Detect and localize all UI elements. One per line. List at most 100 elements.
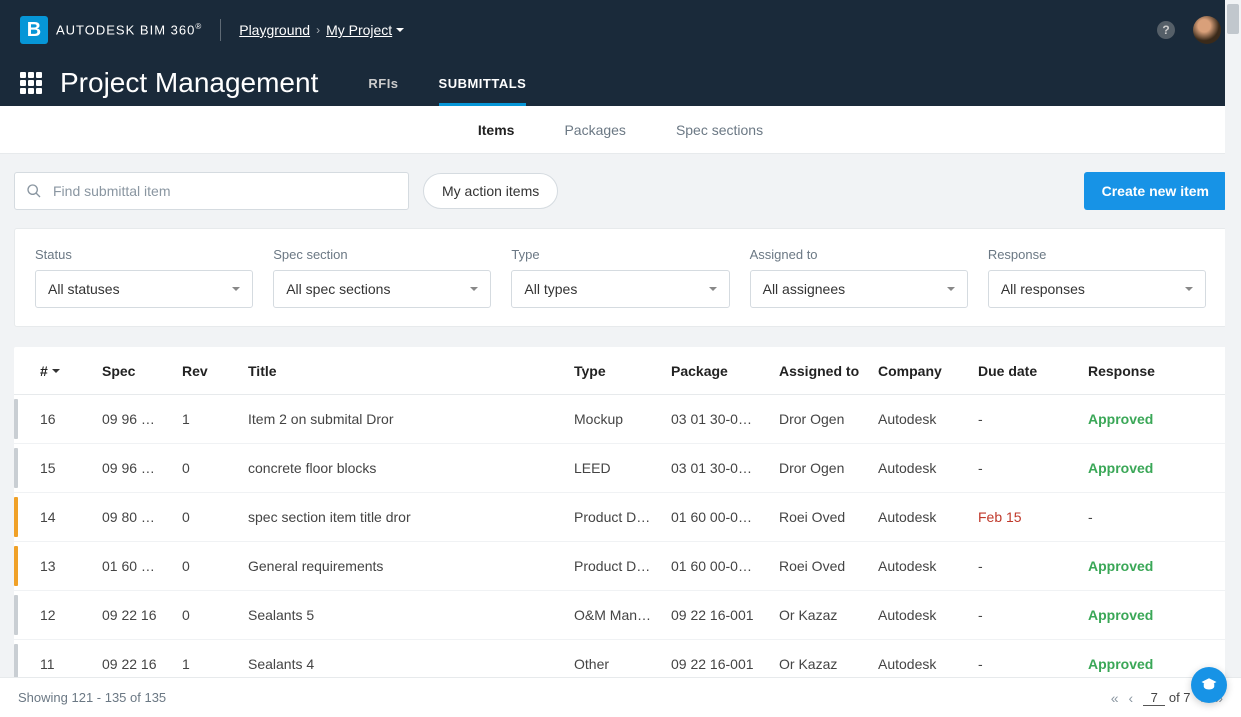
cell-company: Autodesk	[878, 656, 978, 672]
column-header-[interactable]: #	[32, 363, 102, 379]
breadcrumb-project-label: My Project	[326, 22, 392, 38]
subnav-tab-packages[interactable]: Packages	[564, 106, 625, 154]
sort-desc-icon	[52, 369, 60, 373]
my-action-items-button[interactable]: My action items	[423, 173, 558, 209]
cell-spec: 09 80 …	[102, 509, 182, 525]
column-header-due-date[interactable]: Due date	[978, 363, 1088, 379]
cell-company: Autodesk	[878, 460, 978, 476]
cell-assigned-to: Dror Ogen	[779, 411, 878, 427]
search-input[interactable]	[14, 172, 409, 210]
table-row[interactable]: 1301 60 …0General requirementsProduct D……	[14, 542, 1227, 591]
cell-due-date: -	[978, 656, 1088, 672]
cell-number: 14	[32, 509, 102, 525]
column-header-package[interactable]: Package	[671, 363, 779, 379]
filter-select-assigned-to[interactable]: All assignees	[750, 270, 968, 308]
column-header-company[interactable]: Company	[878, 363, 978, 379]
cell-company: Autodesk	[878, 509, 978, 525]
header-bottom-row: Project Management RFIsSUBMITTALS	[0, 60, 1241, 106]
filter-label: Response	[988, 247, 1206, 262]
cell-package: 03 01 30-0…	[671, 411, 779, 427]
cell-number: 13	[32, 558, 102, 574]
caret-down-icon	[396, 28, 404, 32]
brand-logo-area[interactable]: B AUTODESK BIM 360®	[20, 16, 202, 44]
filter-value: All responses	[1001, 281, 1085, 297]
filter-value: All spec sections	[286, 281, 390, 297]
cell-due-date: -	[978, 558, 1088, 574]
subnav-tab-items[interactable]: Items	[478, 106, 515, 154]
cell-number: 16	[32, 411, 102, 427]
cell-title: Sealants 4	[248, 656, 574, 672]
vertical-scrollbar[interactable]	[1225, 0, 1241, 677]
filter-value: All assignees	[763, 281, 846, 297]
filter-value: All statuses	[48, 281, 120, 297]
cell-type: LEED	[574, 460, 671, 476]
filters-panel: StatusAll statuses Spec section All spec s…	[14, 228, 1227, 327]
pager-page-input[interactable]	[1143, 690, 1165, 706]
cell-assigned-to: Roei Oved	[779, 558, 878, 574]
filter-select-response[interactable]: All responses	[988, 270, 1206, 308]
app-switcher-icon[interactable]	[20, 72, 42, 94]
cell-title: concrete floor blocks	[248, 460, 574, 476]
filter-select-spec-section[interactable]: All spec sections	[273, 270, 491, 308]
table-row[interactable]: 1109 22 161Sealants 4Other09 22 16-001Or…	[14, 640, 1227, 677]
create-new-item-button[interactable]: Create new item	[1084, 172, 1227, 210]
cell-package: 03 01 30-0…	[671, 460, 779, 476]
graduation-cap-icon	[1200, 676, 1218, 694]
bim360-logo-icon: B	[20, 16, 48, 44]
cell-due-date: Feb 15	[978, 509, 1088, 525]
filter-label: Spec section	[273, 247, 491, 262]
cell-assigned-to: Dror Ogen	[779, 460, 878, 476]
filter-select-status[interactable]: All statuses	[35, 270, 253, 308]
cell-type: Product D…	[574, 509, 671, 525]
user-avatar[interactable]	[1193, 16, 1221, 44]
table-row[interactable]: 1209 22 160Sealants 5O&M Man…09 22 16-00…	[14, 591, 1227, 640]
chevron-right-icon: ›	[316, 23, 320, 37]
breadcrumb-project-dropdown[interactable]: My Project	[326, 22, 404, 38]
cell-response: -	[1088, 509, 1188, 525]
status-indicator-closed	[14, 448, 18, 488]
column-header-spec[interactable]: Spec	[102, 363, 182, 379]
cell-response: Approved	[1088, 607, 1188, 623]
caret-down-icon	[947, 287, 955, 291]
cell-spec: 01 60 …	[102, 558, 182, 574]
main-content: My action items Create new item StatusAl…	[0, 154, 1241, 677]
column-header-rev[interactable]: Rev	[182, 363, 248, 379]
caret-down-icon	[470, 287, 478, 291]
subnav-tab-spec-sections[interactable]: Spec sections	[676, 106, 763, 154]
cell-assigned-to: Roei Oved	[779, 509, 878, 525]
table-row[interactable]: 1609 96 …1Item 2 on submital DrorMockup0…	[14, 395, 1227, 444]
pager-prev-button[interactable]: ‹	[1129, 690, 1134, 706]
pagination-footer: Showing 121 - 135 of 135 « ‹ of 7 › »	[0, 677, 1241, 717]
filter-response: Response All responses	[988, 247, 1206, 308]
caret-down-icon	[709, 287, 717, 291]
breadcrumb: Playground › My Project	[239, 22, 404, 38]
help-icon[interactable]: ?	[1157, 21, 1175, 39]
table-row[interactable]: 1409 80 …0spec section item title drorPr…	[14, 493, 1227, 542]
cell-due-date: -	[978, 460, 1088, 476]
brand-suffix: BIM 360	[140, 23, 195, 38]
breadcrumb-workspace[interactable]: Playground	[239, 22, 310, 38]
caret-down-icon	[232, 287, 240, 291]
help-chat-button[interactable]	[1191, 667, 1227, 703]
top-tab-rfis[interactable]: RFIs	[368, 60, 398, 106]
column-header-type[interactable]: Type	[574, 363, 671, 379]
cell-rev: 0	[182, 558, 248, 574]
status-indicator-open	[14, 546, 18, 586]
table-row[interactable]: 1509 96 …0concrete floor blocksLEED03 01…	[14, 444, 1227, 493]
showing-count-label: Showing 121 - 135 of 135	[18, 690, 166, 705]
status-indicator-closed	[14, 595, 18, 635]
filter-spec-section: Spec section All spec sections	[273, 247, 491, 308]
column-header-assigned-to[interactable]: Assigned to	[779, 363, 878, 379]
filter-label: Assigned to	[750, 247, 968, 262]
filter-select-type[interactable]: All types	[511, 270, 729, 308]
cell-number: 11	[32, 656, 102, 672]
top-tab-submittals[interactable]: SUBMITTALS	[439, 60, 527, 106]
pager-first-button[interactable]: «	[1111, 690, 1119, 706]
cell-rev: 0	[182, 460, 248, 476]
column-header-response[interactable]: Response	[1088, 363, 1188, 379]
filter-assigned-to: Assigned to All assignees	[750, 247, 968, 308]
filter-status: StatusAll statuses	[35, 247, 253, 308]
cell-response: Approved	[1088, 558, 1188, 574]
scrollbar-thumb[interactable]	[1227, 4, 1239, 34]
column-header-title[interactable]: Title	[248, 363, 574, 379]
